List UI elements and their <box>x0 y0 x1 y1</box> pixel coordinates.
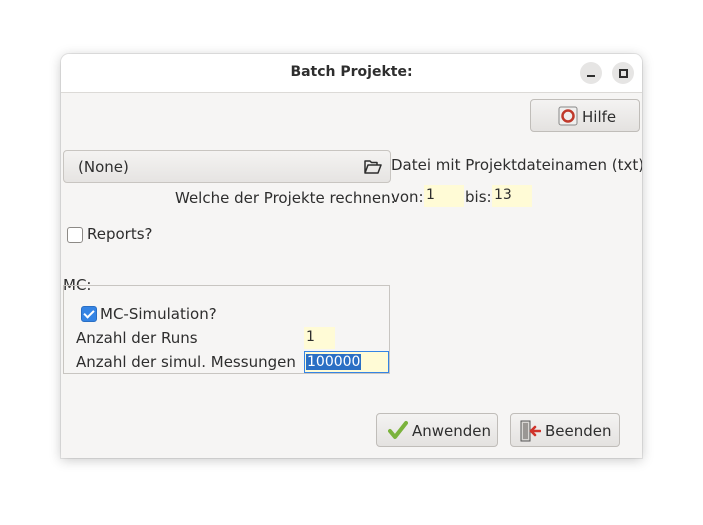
mc-runs-input[interactable]: 1 <box>304 327 335 349</box>
help-button-label: Hilfe <box>582 108 617 126</box>
mc-runs-label: Anzahl der Runs <box>76 329 198 347</box>
range-from-label: von: <box>391 188 424 206</box>
mc-simulation-checkbox[interactable] <box>81 306 97 322</box>
help-button[interactable]: Hilfe <box>530 99 640 132</box>
range-from-input[interactable]: 1 <box>424 185 464 207</box>
file-chooser-value: (None) <box>78 158 129 176</box>
window-title: Batch Projekte: <box>290 64 413 80</box>
quit-button[interactable]: Beenden <box>510 413 620 447</box>
reports-checkbox[interactable] <box>67 227 83 243</box>
mc-measurements-input[interactable]: 100000 <box>304 351 389 373</box>
file-description-label: Datei mit Projektdateinamen (txt) <box>391 156 642 174</box>
apply-button-label: Anwenden <box>412 422 492 440</box>
title-bar: Batch Projekte: <box>61 54 642 93</box>
range-to-label: bis: <box>465 188 492 206</box>
checkmark-icon <box>388 420 408 444</box>
apply-button[interactable]: Anwenden <box>376 413 498 447</box>
maximize-button[interactable] <box>612 62 634 84</box>
minimize-button[interactable] <box>580 62 602 84</box>
range-to-input[interactable]: 13 <box>492 185 532 207</box>
exit-door-icon <box>519 420 542 446</box>
reports-label: Reports? <box>87 225 153 243</box>
lifebuoy-icon <box>558 106 578 130</box>
quit-button-label: Beenden <box>545 422 612 440</box>
mc-simulation-label: MC-Simulation? <box>100 305 217 323</box>
folder-open-icon <box>364 159 382 179</box>
mc-measurements-value: 100000 <box>306 354 362 370</box>
project-file-chooser[interactable]: (None) <box>63 150 391 183</box>
batch-projects-dialog: Batch Projekte: Hilfe (None) Datei mit P… <box>61 54 642 458</box>
range-question-label: Welche der Projekte rechnen: <box>175 189 396 207</box>
mc-measurements-label: Anzahl der simul. Messungen <box>76 353 296 371</box>
